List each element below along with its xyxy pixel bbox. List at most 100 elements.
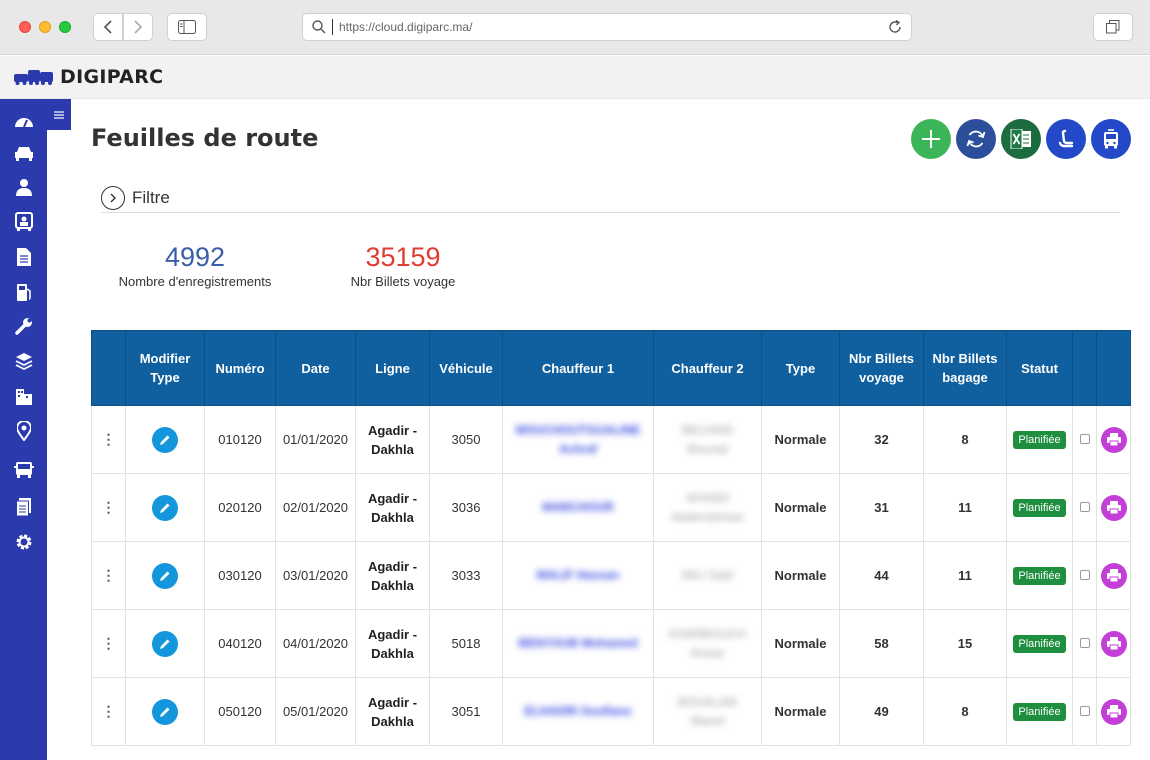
header-ligne[interactable]: Ligne: [356, 331, 430, 406]
row-checkbox[interactable]: [1080, 502, 1090, 512]
header-billets[interactable]: Nbr Billets voyage: [840, 331, 924, 406]
numero-cell: 010120: [205, 406, 276, 474]
statut-cell: Planifiée: [1007, 474, 1073, 542]
printer-icon: [1107, 501, 1121, 514]
header-chauffeur1[interactable]: Chauffeur 1: [503, 331, 654, 406]
car-icon[interactable]: [13, 142, 35, 164]
header-chauffeur2[interactable]: Chauffeur 2: [654, 331, 762, 406]
edit-button[interactable]: [152, 563, 178, 589]
layers-icon[interactable]: [13, 350, 35, 372]
fuel-icon[interactable]: [13, 281, 35, 303]
chevron-left-icon: [103, 20, 113, 34]
print-cell: [1097, 610, 1131, 678]
header-modifier[interactable]: Modifier Type: [126, 331, 205, 406]
building-icon[interactable]: [13, 385, 35, 407]
row-checkbox[interactable]: [1080, 570, 1090, 580]
row-menu-button[interactable]: ⋮: [92, 474, 126, 542]
filter-toggle[interactable]: Filtre: [101, 186, 170, 210]
minimize-window-button[interactable]: [39, 21, 51, 33]
location-icon[interactable]: [13, 420, 35, 442]
select-cell: [1073, 474, 1097, 542]
header-statut[interactable]: Statut: [1007, 331, 1073, 406]
header-bagage[interactable]: Nbr Billets bagage: [924, 331, 1007, 406]
row-menu-button[interactable]: ⋮: [92, 678, 126, 746]
header-numero[interactable]: Numéro: [205, 331, 276, 406]
print-button[interactable]: [1101, 563, 1127, 589]
address-bar[interactable]: https://cloud.digiparc.ma/: [302, 13, 912, 41]
header-date[interactable]: Date: [276, 331, 356, 406]
ligne-cell: Agadir -Dakhla: [356, 542, 430, 610]
row-checkbox[interactable]: [1080, 434, 1090, 444]
chauffeur1-cell: MALIF Hassan: [503, 542, 654, 610]
back-button[interactable]: [93, 13, 123, 41]
tabs-overview-button[interactable]: [1093, 13, 1133, 41]
chauffeur1-cell: MABCHOUR: [503, 474, 654, 542]
document-icon[interactable]: [13, 246, 35, 268]
row-menu-button[interactable]: ⋮: [92, 542, 126, 610]
row-checkbox[interactable]: [1080, 706, 1090, 716]
row-checkbox[interactable]: [1080, 638, 1090, 648]
print-button[interactable]: [1101, 631, 1127, 657]
status-badge: Planifiée: [1013, 703, 1065, 721]
select-cell: [1073, 542, 1097, 610]
type-cell: Normale: [762, 474, 840, 542]
export-excel-button[interactable]: [1001, 119, 1041, 159]
vehicule-cell: 3050: [430, 406, 503, 474]
records-stat: 4992 Nombre d'enregistrements: [95, 242, 295, 289]
edit-button[interactable]: [152, 495, 178, 521]
seat-button[interactable]: [1046, 119, 1086, 159]
print-button[interactable]: [1101, 495, 1127, 521]
edit-button[interactable]: [152, 699, 178, 725]
transport-icon[interactable]: [13, 459, 35, 481]
chauffeur1-cell: ELHADRI Soufiane: [503, 678, 654, 746]
header-vehicule[interactable]: Véhicule: [430, 331, 503, 406]
chevron-right-icon: [101, 186, 125, 210]
forward-button[interactable]: [123, 13, 153, 41]
ligne-cell: Agadir -Dakhla: [356, 474, 430, 542]
app-header: DIGIPARC: [0, 56, 1150, 99]
numero-cell: 020120: [205, 474, 276, 542]
printer-icon: [1107, 705, 1121, 718]
edit-button[interactable]: [152, 631, 178, 657]
row-menu-button[interactable]: ⋮: [92, 406, 126, 474]
edit-button[interactable]: [152, 427, 178, 453]
close-window-button[interactable]: [19, 21, 31, 33]
numero-cell: 050120: [205, 678, 276, 746]
settings-icon[interactable]: [13, 531, 35, 553]
dashboard-icon[interactable]: [13, 110, 35, 132]
billets-cell: 32: [840, 406, 924, 474]
chauffeur1-cell: MOUCHOUTGUALINEAchraf: [503, 406, 654, 474]
table-row: ⋮ 050120 05/01/2020 Agadir -Dakhla 3051 …: [92, 678, 1131, 746]
browser-sidebar-button[interactable]: [167, 13, 207, 41]
bagage-cell: 15: [924, 610, 1007, 678]
reports-icon[interactable]: [13, 496, 35, 518]
maximize-window-button[interactable]: [59, 21, 71, 33]
status-badge: Planifiée: [1013, 431, 1065, 449]
print-cell: [1097, 678, 1131, 746]
user-icon[interactable]: [13, 176, 35, 198]
sidebar-collapse-button[interactable]: [47, 99, 71, 130]
refresh-button[interactable]: [956, 119, 996, 159]
chevron-right-icon: [133, 20, 143, 34]
printer-icon: [1107, 569, 1121, 582]
add-button[interactable]: [911, 119, 951, 159]
bus-driver-icon[interactable]: [13, 211, 35, 233]
billets-cell: 44: [840, 542, 924, 610]
wrench-icon[interactable]: [13, 315, 35, 337]
row-menu-button[interactable]: ⋮: [92, 610, 126, 678]
more-vertical-icon: ⋮: [102, 567, 116, 583]
billets-cell: 31: [840, 474, 924, 542]
sync-icon: [965, 128, 987, 150]
divider: [101, 212, 1120, 213]
print-button[interactable]: [1101, 427, 1127, 453]
statut-cell: Planifiée: [1007, 406, 1073, 474]
print-button[interactable]: [1101, 699, 1127, 725]
pencil-icon: [159, 570, 171, 582]
tickets-count: 35159: [323, 242, 483, 273]
statut-cell: Planifiée: [1007, 678, 1073, 746]
bus-button[interactable]: [1091, 119, 1131, 159]
header-type[interactable]: Type: [762, 331, 840, 406]
reload-icon[interactable]: [887, 19, 903, 35]
roadsheets-table: Modifier Type Numéro Date Ligne Véhicule…: [91, 330, 1131, 746]
ligne-cell: Agadir -Dakhla: [356, 406, 430, 474]
